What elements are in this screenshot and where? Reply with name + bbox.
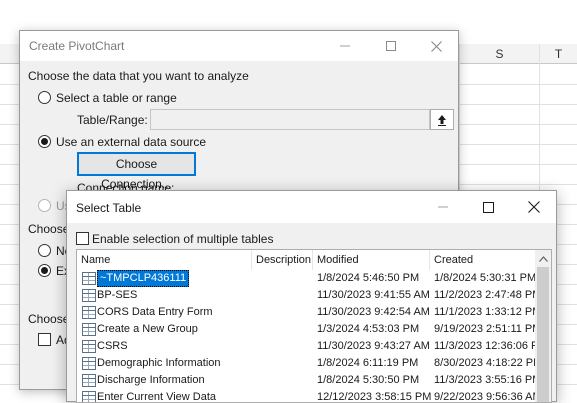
table-range-input[interactable] xyxy=(150,109,430,130)
row-name: CORS Data Entry Form xyxy=(97,306,213,318)
choose-connection-button[interactable]: Choose Connection... xyxy=(77,152,196,191)
row-modified: 1/3/2024 4:53:03 PM xyxy=(317,323,420,335)
minimize-button[interactable] xyxy=(322,31,368,61)
section-choose-placement: Choose xyxy=(28,222,70,236)
scrollbar-thumb[interactable] xyxy=(537,267,549,402)
section-choose-data: Choose the data that you want to analyze xyxy=(28,69,249,83)
table-row[interactable]: Discharge Information 1/8/2024 5:30:50 P… xyxy=(77,372,541,389)
row-created: 11/3/2023 3:55:16 PM xyxy=(434,374,542,386)
row-created: 11/3/2023 12:36:06 P xyxy=(434,340,539,352)
row-name: CSRS xyxy=(97,340,128,352)
row-modified: 11/30/2023 9:43:27 AM xyxy=(317,340,430,352)
row-name: BP-SES xyxy=(97,289,138,301)
row-name: ~TMPCLP436111 xyxy=(97,270,190,287)
radio-existing-worksheet[interactable] xyxy=(38,264,51,277)
scroll-up-button[interactable] xyxy=(535,250,551,267)
row-modified: 12/12/2023 3:58:15 PM xyxy=(317,391,432,403)
row-name: Demographic Information xyxy=(97,357,221,369)
table-row[interactable]: CSRS 11/30/2023 9:43:27 AM 11/3/2023 12:… xyxy=(77,338,539,355)
column-header-s[interactable]: S xyxy=(459,44,539,64)
row-modified: 1/8/2024 6:11:19 PM xyxy=(317,357,419,369)
row-created: 11/2/2023 2:47:48 PM xyxy=(434,289,542,301)
column-header-t[interactable]: T xyxy=(539,44,577,64)
table-icon xyxy=(82,272,96,285)
table-list[interactable]: Name Description Modified Created ~TMPCL… xyxy=(76,249,552,403)
label-multiple-tables[interactable]: Enable selection of multiple tables xyxy=(92,232,273,246)
row-modified: 1/8/2024 5:46:50 PM xyxy=(317,272,420,284)
column-header-description[interactable]: Description xyxy=(252,250,313,270)
radio-data-model[interactable] xyxy=(38,199,51,212)
column-header-modified[interactable]: Modified xyxy=(313,250,430,270)
table-list-header: Name Description Modified Created xyxy=(77,250,537,270)
table-row[interactable]: ~TMPCLP436111 1/8/2024 5:46:50 PM 1/8/20… xyxy=(77,270,537,287)
row-created: 9/22/2023 9:56:36 AM xyxy=(434,391,542,403)
maximize-button[interactable] xyxy=(465,191,511,223)
collapse-dialog-button[interactable] xyxy=(430,109,454,130)
label-table-range: Table/Range: xyxy=(77,113,148,127)
maximize-icon xyxy=(386,41,396,51)
radio-select-table-range[interactable] xyxy=(38,91,51,104)
row-modified: 1/8/2024 5:30:50 PM xyxy=(317,374,420,386)
column-header-name[interactable]: Name xyxy=(77,250,252,270)
section-choose-multiple: Choose xyxy=(28,312,70,326)
maximize-icon xyxy=(482,201,494,213)
minimize-button[interactable] xyxy=(420,191,466,223)
label-select-table-range[interactable]: Select a table or range xyxy=(56,91,177,105)
close-button[interactable] xyxy=(511,191,557,223)
table-row[interactable]: Create a New Group 1/3/2024 4:53:03 PM 9… xyxy=(77,321,541,338)
table-row[interactable]: Demographic Information 1/8/2024 6:11:19… xyxy=(77,355,542,372)
row-modified: 11/30/2023 9:41:55 AM xyxy=(317,289,430,301)
checkbox-multiple-tables[interactable] xyxy=(76,232,89,245)
select-table-titlebar: Select Table xyxy=(67,191,556,223)
table-row[interactable]: Enter Current View Data 12/12/2023 3:58:… xyxy=(77,389,542,403)
radio-new-worksheet[interactable] xyxy=(38,244,51,257)
close-icon xyxy=(528,201,540,213)
close-icon xyxy=(430,40,442,52)
table-icon xyxy=(82,289,96,302)
row-modified: 11/30/2023 9:42:54 AM xyxy=(317,306,430,318)
minimize-icon xyxy=(438,206,448,208)
table-row[interactable]: CORS Data Entry Form 11/30/2023 9:42:54 … xyxy=(77,304,541,321)
close-button[interactable] xyxy=(413,31,459,61)
collapse-arrow-icon xyxy=(438,114,446,126)
table-icon xyxy=(82,391,96,402)
checkbox-add-to-data-model[interactable] xyxy=(38,333,51,346)
row-name: Enter Current View Data xyxy=(97,391,217,403)
chevron-up-icon xyxy=(538,255,548,262)
label-external-source[interactable]: Use an external data source xyxy=(56,135,206,149)
row-created: 8/30/2023 4:18:22 PM xyxy=(434,357,543,369)
row-created: 9/19/2023 2:51:11 PM xyxy=(434,323,542,335)
maximize-button[interactable] xyxy=(368,31,414,61)
select-table-dialog: Select Table Enable selection of multipl… xyxy=(66,190,557,403)
minimize-icon xyxy=(340,45,350,47)
row-created: 1/8/2024 5:30:31 PM xyxy=(434,272,537,284)
table-icon xyxy=(82,306,96,319)
pivot-dialog-titlebar: Create PivotChart xyxy=(20,31,458,61)
table-row[interactable]: BP-SES 11/30/2023 9:41:55 AM 11/2/2023 2… xyxy=(77,287,541,304)
row-name: Discharge Information xyxy=(97,374,205,386)
radio-external-source[interactable] xyxy=(38,135,51,148)
row-created: 11/1/2023 1:33:12 PM xyxy=(434,306,542,318)
table-icon xyxy=(82,357,96,370)
table-icon xyxy=(82,340,96,353)
table-icon xyxy=(82,323,96,336)
pivot-dialog-title: Create PivotChart xyxy=(29,39,125,53)
column-header-created[interactable]: Created xyxy=(430,250,537,270)
table-icon xyxy=(82,374,96,387)
vertical-scrollbar[interactable] xyxy=(535,250,551,402)
row-name: Create a New Group xyxy=(97,323,198,335)
select-table-title: Select Table xyxy=(76,201,142,215)
